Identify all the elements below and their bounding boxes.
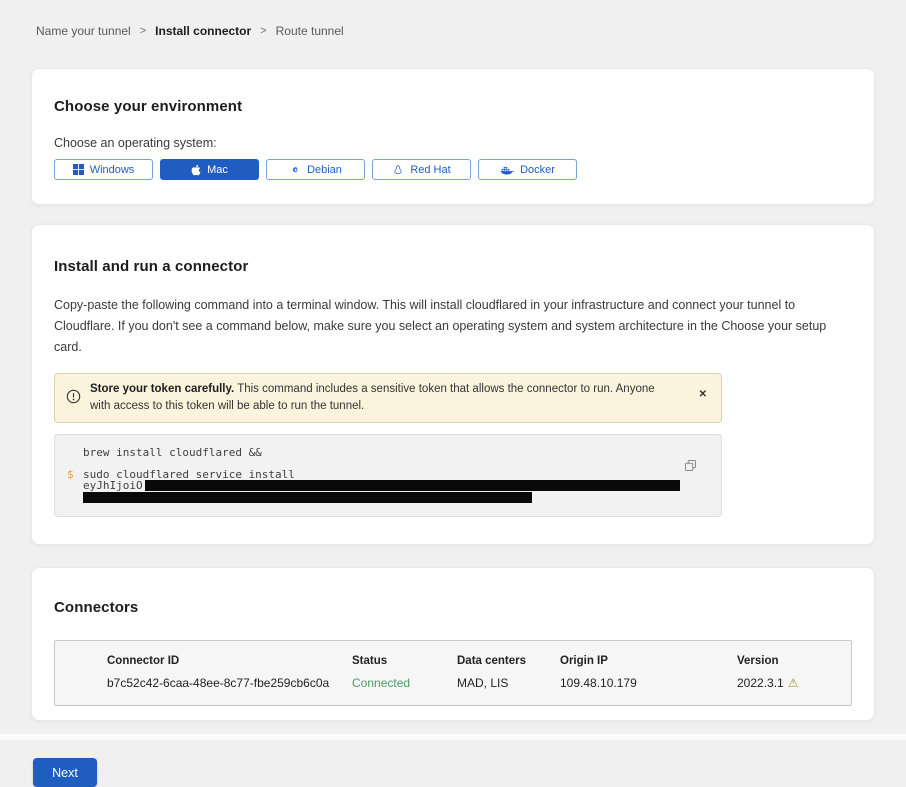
install-card-title: Install and run a connector bbox=[54, 258, 852, 275]
code-line-brew: brew install cloudflared && bbox=[83, 447, 681, 459]
os-button-label: Windows bbox=[90, 164, 135, 176]
cell-version: 2022.3.1 ⚠ bbox=[737, 676, 851, 690]
column-header-version: Version bbox=[737, 655, 851, 667]
connectors-table: Connector ID Status Data centers Origin … bbox=[54, 640, 852, 706]
os-select-label: Choose an operating system: bbox=[54, 136, 852, 150]
apple-logo-icon bbox=[191, 164, 201, 176]
install-card-description: Copy-paste the following command into a … bbox=[54, 295, 854, 358]
os-button-windows[interactable]: Windows bbox=[54, 159, 153, 180]
environment-card-title: Choose your environment bbox=[54, 98, 852, 115]
alert-circle-icon bbox=[66, 389, 81, 409]
table-header-row: Connector ID Status Data centers Origin … bbox=[55, 655, 851, 667]
os-button-label: Docker bbox=[520, 164, 555, 176]
debian-logo-icon bbox=[289, 164, 301, 176]
code-line-group: sudo cloudflared service install eyJhIjo… bbox=[83, 469, 681, 504]
warning-banner-title: Store your token carefully. bbox=[90, 383, 234, 395]
token-redaction-bar bbox=[145, 480, 680, 491]
code-line-token: eyJhIjoiO bbox=[83, 480, 681, 492]
os-button-docker[interactable]: Docker bbox=[478, 159, 577, 180]
column-header-data-centers: Data centers bbox=[457, 655, 560, 667]
column-header-status: Status bbox=[352, 655, 457, 667]
copy-icon[interactable] bbox=[684, 459, 697, 472]
redhat-logo-icon bbox=[392, 164, 404, 176]
shell-prompt: $ bbox=[67, 469, 74, 481]
token-warning-banner: Store your token carefully. This command… bbox=[54, 373, 722, 423]
connectors-card-title: Connectors bbox=[54, 599, 852, 616]
cell-origin-ip: 109.48.10.179 bbox=[560, 676, 737, 690]
environment-card: Choose your environment Choose an operat… bbox=[31, 68, 875, 205]
code-line-sudo: sudo cloudflared service install bbox=[83, 469, 681, 481]
cell-status: Connected bbox=[352, 676, 457, 690]
os-button-group: Windows Mac Debian Red Hat bbox=[54, 159, 852, 180]
token-prefix: eyJhIjoiO bbox=[83, 479, 143, 492]
os-button-mac[interactable]: Mac bbox=[160, 159, 259, 180]
warning-banner-text: Store your token carefully. This command… bbox=[90, 381, 678, 415]
install-command-codeblock: $ brew install cloudflared && sudo cloud… bbox=[54, 434, 722, 517]
os-button-label: Debian bbox=[307, 164, 342, 176]
os-button-debian[interactable]: Debian bbox=[266, 159, 365, 180]
breadcrumb-name-your-tunnel[interactable]: Name your tunnel bbox=[36, 24, 131, 38]
code-line-token-2 bbox=[83, 492, 681, 504]
cell-data-centers: MAD, LIS bbox=[457, 676, 560, 690]
install-connector-card: Install and run a connector Copy-paste t… bbox=[31, 224, 875, 545]
warning-triangle-icon: ⚠ bbox=[788, 676, 799, 690]
breadcrumb-install-connector[interactable]: Install connector bbox=[155, 24, 251, 38]
breadcrumb-separator: > bbox=[140, 25, 146, 37]
breadcrumb-route-tunnel[interactable]: Route tunnel bbox=[276, 24, 344, 38]
breadcrumb: Name your tunnel > Install connector > R… bbox=[36, 24, 906, 38]
version-value: 2022.3.1 bbox=[737, 676, 784, 690]
column-header-origin-ip: Origin IP bbox=[560, 655, 737, 667]
page-bottom-strip bbox=[0, 734, 906, 740]
breadcrumb-separator: > bbox=[260, 25, 266, 37]
os-button-label: Mac bbox=[207, 164, 228, 176]
token-redaction-bar bbox=[83, 492, 532, 503]
next-button[interactable]: Next bbox=[33, 758, 97, 787]
windows-logo-icon bbox=[73, 164, 84, 175]
close-icon[interactable]: ✕ bbox=[699, 390, 707, 400]
connectors-card: Connectors Connector ID Status Data cent… bbox=[31, 567, 875, 721]
main-content: Choose your environment Choose an operat… bbox=[31, 68, 875, 787]
os-button-label: Red Hat bbox=[410, 164, 450, 176]
column-header-connector-id: Connector ID bbox=[107, 655, 352, 667]
os-button-redhat[interactable]: Red Hat bbox=[372, 159, 471, 180]
cell-connector-id: b7c52c42-6caa-48ee-8c77-fbe259cb6c0a bbox=[107, 676, 352, 690]
docker-logo-icon bbox=[500, 165, 514, 175]
table-row: b7c52c42-6caa-48ee-8c77-fbe259cb6c0a Con… bbox=[55, 676, 851, 690]
